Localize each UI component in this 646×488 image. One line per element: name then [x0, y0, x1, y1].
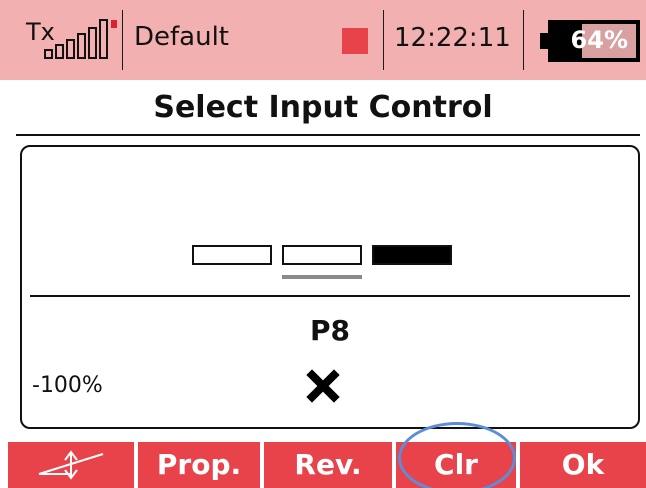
softkey-bar: Prop. Rev. Clr Ok [0, 442, 646, 488]
status-separator [523, 10, 524, 70]
selector-active-underline [282, 275, 362, 279]
rev-button[interactable]: Rev. [264, 442, 392, 488]
curve-button[interactable] [8, 442, 134, 488]
page-title: Select Input Control [153, 90, 493, 125]
battery-tip [540, 33, 548, 49]
prop-button[interactable]: Prop. [138, 442, 260, 488]
title-divider [16, 134, 640, 136]
selector-box-1 [192, 245, 272, 265]
rev-button-label: Rev. [294, 448, 362, 481]
trim-value: -100% [32, 373, 103, 398]
ok-button[interactable]: Ok [520, 442, 646, 488]
status-bar: Tx Default 12:22:11 64% [0, 0, 646, 80]
record-indicator-icon [342, 28, 368, 54]
ok-button-label: Ok [561, 448, 605, 481]
prop-button-label: Prop. [156, 448, 242, 481]
status-separator [383, 10, 384, 70]
transmitter-screen: Tx Default 12:22:11 64% Select Input Con… [0, 0, 646, 488]
selected-control-name: P8 [309, 314, 350, 347]
clock: 12:22:11 [394, 23, 511, 53]
clr-button[interactable]: Clr [396, 442, 516, 488]
panel-divider [30, 295, 630, 297]
curve-icon [38, 450, 104, 480]
battery-percent: 64% [570, 26, 628, 54]
signal-strength-icon [44, 19, 117, 59]
battery-body: 64% [548, 20, 640, 62]
input-control-panel: P8 -100% [20, 145, 640, 429]
clr-button-label: Clr [434, 448, 478, 481]
battery-indicator: 64% [540, 20, 640, 62]
selector-box-3 [372, 245, 452, 265]
status-separator [122, 10, 123, 70]
selector-box-2 [282, 245, 362, 265]
x-mark-icon [306, 369, 340, 403]
model-name[interactable]: Default [134, 24, 229, 50]
